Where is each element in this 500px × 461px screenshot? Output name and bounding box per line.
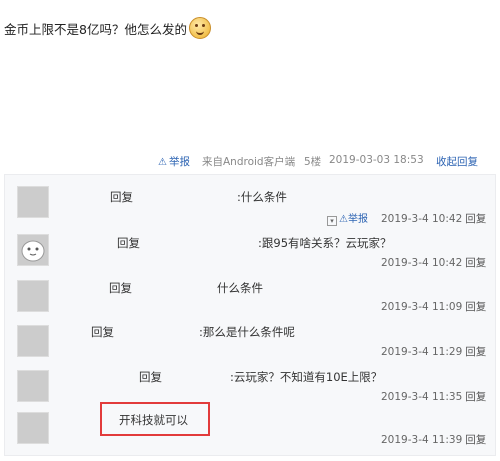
post-source: 来自Android客户端 <box>202 156 296 168</box>
reply-item: 回复:云玩家？不知道有10E上限？ 2019-3-4 11:35 回复 <box>5 365 495 411</box>
report-link[interactable]: 举报 <box>348 214 368 225</box>
reply-label: 回复 <box>110 190 133 204</box>
reply-button[interactable]: 回复 <box>465 346 486 358</box>
reply-timestamp: 2019-3-4 10:42 <box>381 213 463 225</box>
reply-item: 回复:什么条件 ▾ ⚠举报 2019-3-4 10:42 回复 <box>5 181 495 227</box>
reply-content: :云玩家？不知道有10E上限？ <box>230 370 383 384</box>
reply-tools: ▾ ⚠举报 <box>327 210 368 226</box>
reply-text: 回复 :云玩家？不知道有10E上限？ <box>139 369 382 385</box>
reply-button[interactable]: 回复 <box>465 391 486 403</box>
reply-text: 回复 :跟95有啥关系？云玩家？ <box>117 235 392 251</box>
reply-label: 回复 <box>139 370 162 384</box>
reply-item: 开科技就可以 2019-3-4 11:39 回复 <box>5 407 495 453</box>
dropdown-icon[interactable]: ▾ <box>327 216 337 226</box>
report-link[interactable]: ⚠ 举报 <box>158 154 190 169</box>
reply-timestamp: 2019-3-4 10:42 <box>381 257 463 269</box>
reply-item: 回复:那么是什么条件呢 2019-3-4 11:29 回复 <box>5 320 495 366</box>
reply-time: 2019-3-4 11:35 回复 <box>381 389 486 404</box>
avatar[interactable] <box>17 234 49 266</box>
warning-icon: ⚠ <box>339 214 348 225</box>
post-text: 金币上限不是8亿吗？他怎么发的 <box>4 22 187 37</box>
reply-list: 回复:什么条件 ▾ ⚠举报 2019-3-4 10:42 回复 回复:跟95有啥关系… <box>4 174 496 456</box>
floor-number: 5楼 <box>304 156 322 168</box>
reply-text: 回复 :什么条件 <box>110 189 287 205</box>
reply-label: 回复 <box>117 236 140 250</box>
avatar[interactable] <box>17 325 49 357</box>
post-time: 2019-03-03 18:53 <box>329 154 424 166</box>
reply-timestamp: 2019-3-4 11:39 <box>381 434 463 446</box>
avatar[interactable] <box>17 412 49 444</box>
reply-text: 回复 什么条件 <box>109 280 263 296</box>
reply-item: 回复:跟95有啥关系？云玩家？ 2019-3-4 10:42 回复 <box>5 229 495 275</box>
reply-timestamp: 2019-3-4 11:35 <box>381 391 463 403</box>
avatar[interactable] <box>17 370 49 402</box>
reply-time: 2019-3-4 10:42 回复 <box>381 255 486 270</box>
reply-button[interactable]: 回复 <box>465 301 486 313</box>
reply-content: :跟95有啥关系？云玩家？ <box>258 236 392 250</box>
reply-time: 2019-3-4 11:29 回复 <box>381 344 486 359</box>
reply-label: 回复 <box>91 325 114 339</box>
report-label: 举报 <box>168 156 190 168</box>
smiley-emoji-icon <box>188 17 211 39</box>
reply-content: 什么条件 <box>217 281 263 295</box>
highlight-box <box>100 402 210 436</box>
warning-icon: ⚠ <box>158 157 167 168</box>
reply-time: 2019-3-4 11:09 回复 <box>381 299 486 314</box>
reply-button[interactable]: 回复 <box>465 434 486 446</box>
reply-label: 回复 <box>109 281 132 295</box>
reply-time: 2019-3-4 11:39 回复 <box>381 432 486 447</box>
reply-timestamp: 2019-3-4 11:09 <box>381 301 463 313</box>
reply-content: :那么是什么条件呢 <box>199 325 295 339</box>
avatar[interactable] <box>17 280 49 312</box>
avatar[interactable] <box>17 186 49 218</box>
reply-item: 回复 什么条件 2019-3-4 11:09 回复 <box>5 275 495 321</box>
reply-button[interactable]: 回复 <box>465 213 486 225</box>
reply-content: :什么条件 <box>237 190 287 204</box>
post-meta-bar: ⚠ 举报 来自Android客户端 5楼 2019-03-03 18:53 收起回… <box>0 154 500 170</box>
reply-text: 回复 :那么是什么条件呢 <box>91 324 295 340</box>
post-content: 金币上限不是8亿吗？他怎么发的 <box>4 17 211 39</box>
reply-timestamp: 2019-3-4 11:29 <box>381 346 463 358</box>
reply-button[interactable]: 回复 <box>465 257 486 269</box>
collapse-replies-link[interactable]: 收起回复 <box>436 154 478 169</box>
reply-time: 2019-3-4 10:42 回复 <box>381 211 486 226</box>
